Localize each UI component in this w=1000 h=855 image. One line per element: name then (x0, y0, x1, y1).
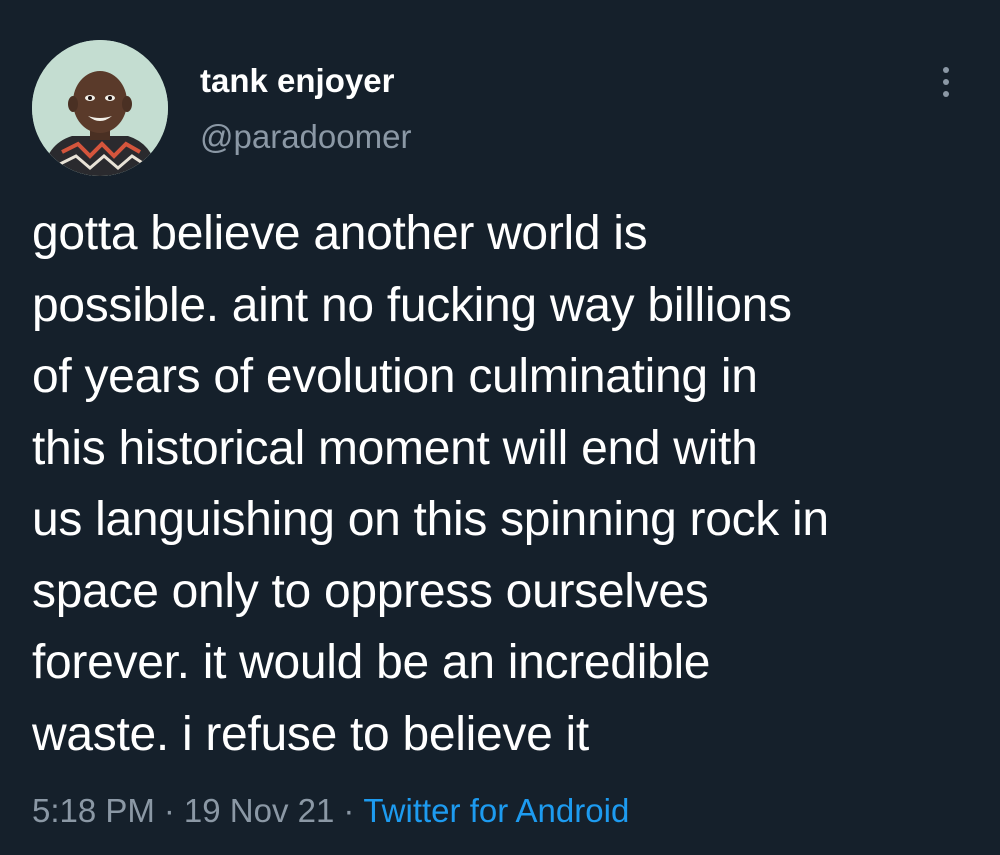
display-name[interactable]: tank enjoyer (200, 62, 394, 100)
more-options-button[interactable] (926, 58, 966, 106)
avatar[interactable] (32, 40, 168, 176)
tweet-time[interactable]: 5:18 PM (32, 792, 155, 829)
more-vertical-icon (943, 79, 949, 85)
tweet-source-link[interactable]: Twitter for Android (363, 792, 629, 829)
tweet-text-line: us languishing on this spinning rock in (32, 493, 829, 546)
tweet-text-line: waste. i refuse to believe it (32, 707, 589, 761)
tweet-text-line: space only to oppress ourselves (32, 564, 709, 618)
tweet-text-line: gotta believe another world is (32, 207, 648, 260)
separator: · (163, 792, 175, 829)
tweet-text-line: of years of evolution culminating in (32, 350, 758, 403)
tweet-text-line: forever. it would be an incredible (32, 636, 711, 689)
tweet-text-line: possible. aint no fucking way billions (32, 278, 792, 332)
tweet-card: tank enjoyer @paradoomer gotta believe a… (0, 0, 1000, 855)
tweet-text: gotta believe another world is possible.… (32, 198, 982, 770)
tweet-text-line: this historical moment will end with (32, 421, 758, 475)
tweet-metadata: 5:18 PM · 19 Nov 21 · Twitter for Android (32, 792, 629, 830)
username-handle[interactable]: @paradoomer (200, 118, 411, 156)
separator: · (343, 792, 355, 829)
tweet-date[interactable]: 19 Nov 21 (184, 792, 334, 829)
avatar-image (32, 40, 168, 176)
more-vertical-icon (943, 67, 949, 73)
more-vertical-icon (943, 91, 949, 97)
